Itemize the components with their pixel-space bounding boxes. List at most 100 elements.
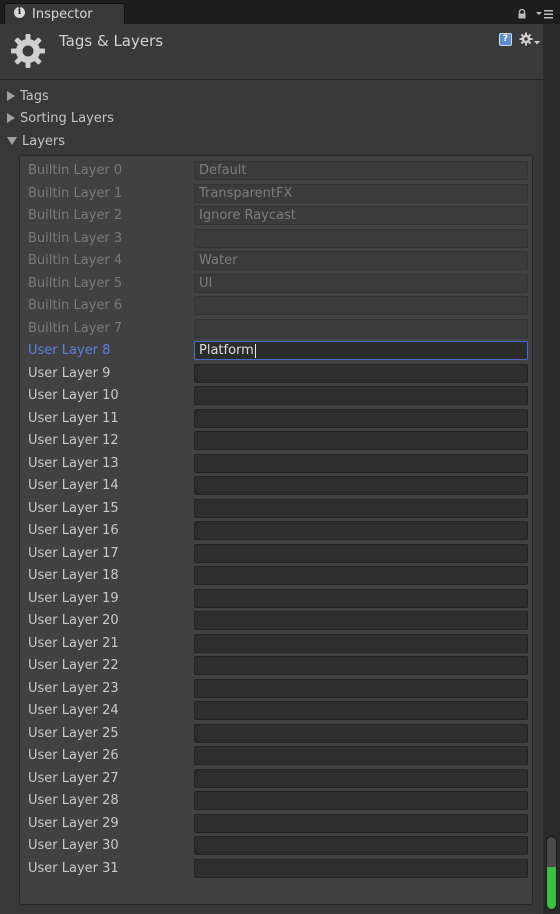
lock-icon[interactable] [517,9,527,19]
layer-label: User Layer 21 [28,635,119,651]
layer-name-input[interactable] [194,791,528,810]
layer-name-input[interactable] [194,363,528,383]
foldout-label: Layers [22,134,66,149]
layer-label: Builtin Layer 2 [28,208,123,223]
layer-row: User Layer 29 [20,813,532,835]
layer-name-input[interactable] [194,543,528,563]
layer-name-input[interactable] [194,701,528,720]
scroll-thumb[interactable] [546,836,557,910]
layer-name-input[interactable] [194,521,528,540]
layer-name-input[interactable] [194,476,528,495]
layer-label: User Layer 12 [28,433,119,448]
foldout-label: Sorting Layers [20,111,114,126]
page-title: Tags & Layers [59,32,164,50]
tab-menu-icon[interactable] [536,9,554,19]
vertical-scrollbar[interactable] [543,24,560,914]
layer-name-input[interactable] [194,566,528,585]
layer-name-input[interactable] [194,836,528,855]
layer-name-input[interactable] [194,723,528,743]
layer-row: Builtin Layer 1 TransparentFX [20,183,532,205]
foldout-tags[interactable]: Tags [7,87,49,107]
layer-row: User Layer 16 [20,520,532,542]
layer-name-input[interactable] [194,431,528,450]
scroll-thumb-fill [547,867,556,909]
layer-row: Builtin Layer 0 Default [20,160,532,182]
layer-label: User Layer 14 [28,478,119,493]
layer-row: User Layer 28 [20,790,532,812]
layer-name-input[interactable]: Platform [194,341,528,360]
layer-name-input[interactable] [194,453,528,473]
layer-label: User Layer 18 [28,568,119,583]
layer-row: Builtin Layer 6 [20,295,532,317]
layer-name-value: Water [199,253,238,268]
layer-label: User Layer 13 [28,455,119,471]
info-icon: i [14,7,25,18]
layer-row: User Layer 13 [20,453,532,475]
layer-name-field-readonly: Ignore Raycast [194,206,528,225]
layer-label: User Layer 16 [28,523,119,538]
layer-row: User Layer 17 [20,543,532,565]
layer-label: User Layer 20 [28,613,119,628]
expand-arrow-icon [7,90,15,101]
layer-name-field-readonly: UI [194,273,528,293]
settings-gear-icon[interactable] [519,32,541,48]
layer-row: User Layer 8 Platform [20,340,532,362]
layer-name-input[interactable] [194,386,528,405]
layer-row: User Layer 25 [20,723,532,745]
collapse-arrow-icon [7,136,17,145]
layer-name-field-readonly [194,318,528,338]
layer-name-input[interactable] [194,768,528,788]
layers-list: Builtin Layer 0 Default Builtin Layer 1 Tra… [19,155,533,905]
layer-row: User Layer 15 [20,498,532,520]
layer-row: User Layer 12 [20,430,532,452]
layer-label: User Layer 17 [28,545,119,561]
layer-row: User Layer 18 [20,565,532,587]
layer-name-input[interactable] [194,588,528,608]
layer-label: User Layer 30 [28,838,119,853]
layer-name-value: TransparentFX [199,185,293,201]
layer-label: Builtin Layer 0 [28,163,123,178]
layer-row: User Layer 31 [20,858,532,880]
layer-row: Builtin Layer 5 UI [20,273,532,295]
layer-name-field-readonly: Water [194,251,528,270]
layer-name-input[interactable] [194,498,528,518]
layer-row: Builtin Layer 7 [20,318,532,340]
layer-name-input[interactable] [194,813,528,833]
foldout-sorting-layers[interactable]: Sorting Layers [7,109,114,129]
layer-label: Builtin Layer 1 [28,185,123,201]
foldout-layers[interactable]: Layers [7,132,65,152]
layer-name-input[interactable] [194,746,528,765]
layer-name-value: Ignore Raycast [199,208,296,223]
layer-label: User Layer 31 [28,860,119,876]
text-caret [254,343,256,358]
layer-row: User Layer 26 [20,745,532,767]
layer-name-input[interactable] [194,633,528,653]
help-icon[interactable]: ? [499,33,512,46]
layer-label: Builtin Layer 5 [28,275,123,291]
layer-label: User Layer 9 [28,365,111,381]
layer-row: User Layer 11 [20,408,532,430]
layer-name-input[interactable] [194,858,528,878]
inspector-header: Tags & Layers ? [0,24,543,80]
layer-row: User Layer 9 [20,363,532,385]
tab-inspector[interactable]: i Inspector [4,3,125,24]
layer-row: User Layer 22 [20,655,532,677]
layer-name-input[interactable] [194,678,528,698]
layer-name-input[interactable] [194,611,528,630]
layer-label: User Layer 29 [28,815,119,831]
layer-row: User Layer 10 [20,385,532,407]
layer-label: User Layer 19 [28,590,119,606]
layer-name-input[interactable] [194,408,528,428]
layer-name-value: Platform [199,343,254,358]
layer-row: Builtin Layer 4 Water [20,250,532,272]
inspector-panel: Tags & Layers ? Tags Sorting Layers Laye… [0,24,543,914]
layer-label: User Layer 24 [28,703,119,718]
layer-row: User Layer 21 [20,633,532,655]
layer-label: Builtin Layer 4 [28,253,123,268]
layer-name-value: Default [199,163,247,178]
layer-row: User Layer 19 [20,588,532,610]
layer-label: User Layer 22 [28,658,119,673]
layer-name-input[interactable] [194,656,528,675]
layer-row: Builtin Layer 2 Ignore Raycast [20,205,532,227]
layer-name-field-readonly [194,228,528,248]
